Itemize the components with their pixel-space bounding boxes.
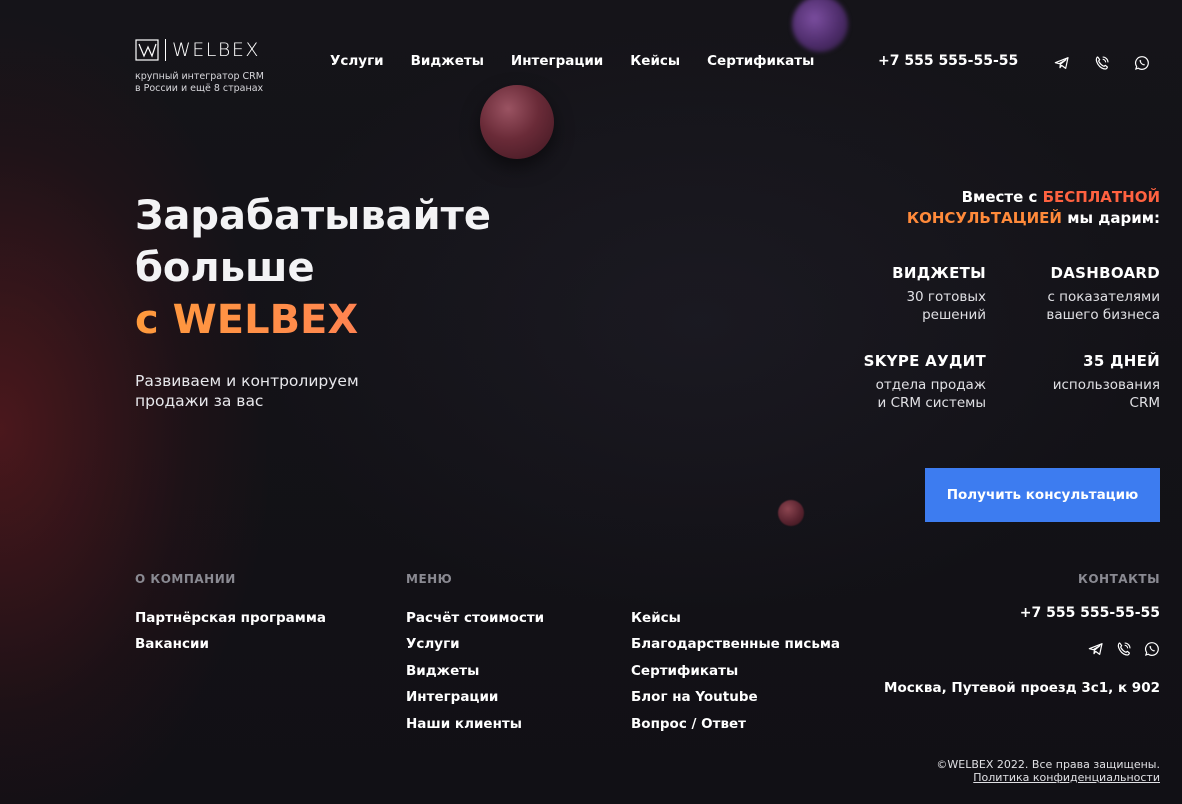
footer-link-faq[interactable]: Вопрос / Ответ [631, 711, 840, 737]
hero-title-accent: с WELBEX [135, 294, 491, 346]
footer-link-partner-program[interactable]: Партнёрская программа [135, 605, 326, 631]
footer-address: Москва, Путевой проезд 3с1, к 902 [884, 680, 1160, 696]
feature-title: SKYPE АУДИТ [863, 352, 986, 370]
logo-text: WELBEX [172, 39, 260, 61]
feature-skype-audit: SKYPE АУДИТ отдела продаж и CRM системы [786, 352, 986, 412]
main-nav: Услуги Виджеты Интеграции Кейсы Сертифик… [330, 53, 841, 69]
hero-subtitle: Развиваем и контролируем продажи за вас [135, 371, 435, 411]
footer-link-services[interactable]: Услуги [406, 631, 544, 657]
footer-company-links: Партнёрская программа Вакансии [135, 605, 326, 658]
viber-icon[interactable] [1116, 641, 1132, 657]
nav-item-certificates[interactable]: Сертификаты [707, 53, 814, 69]
feature-desc-line2: вашего бизнеса [1046, 307, 1160, 323]
header-phone-link[interactable]: +7 555 555-55-55 [878, 53, 1018, 69]
feature-desc-line1: отдела продаж [875, 377, 986, 393]
decorative-sphere-large [480, 85, 554, 159]
footer-menu-col2: Кейсы Благодарственные письма Сертификат… [631, 605, 840, 737]
nav-item-cases[interactable]: Кейсы [630, 53, 680, 69]
telegram-icon[interactable] [1054, 55, 1070, 71]
footer-heading-company: О КОМПАНИИ [135, 572, 236, 586]
hero-title-line1: Зарабатывайте [135, 193, 491, 239]
feature-widgets: ВИДЖЕТЫ 30 готовых решений [786, 264, 986, 324]
feature-desc: 30 готовых решений [786, 288, 986, 324]
feature-desc-line1: с показателями [1047, 289, 1160, 305]
hero-title-line2: больше [135, 245, 315, 291]
feature-title: 35 ДНЕЙ [1083, 352, 1160, 370]
header-social-links [1054, 55, 1150, 71]
footer-link-clients[interactable]: Наши клиенты [406, 711, 544, 737]
feature-dashboard: DASHBOARD с показателями вашего бизнеса [960, 264, 1160, 324]
footer-heading-menu: МЕНЮ [406, 572, 453, 586]
footer-link-cases[interactable]: Кейсы [631, 605, 840, 631]
feature-title: DASHBOARD [1050, 264, 1160, 282]
hero-title: Зарабатывайте больше с WELBEX [135, 190, 491, 346]
nav-item-widgets[interactable]: Виджеты [411, 53, 484, 69]
footer-link-youtube-blog[interactable]: Блог на Youtube [631, 684, 840, 710]
footer-link-vacancies[interactable]: Вакансии [135, 631, 326, 657]
whatsapp-icon[interactable] [1144, 641, 1160, 657]
nav-item-integrations[interactable]: Интеграции [511, 53, 603, 69]
offer-heading-part1: Вместе с [961, 188, 1043, 206]
hero-subtitle-line2: продажи за вас [135, 392, 264, 410]
offer-heading-consultation: КОНСУЛЬТАЦИЕЙ [906, 209, 1062, 227]
feature-desc: с показателями вашего бизнеса [960, 288, 1160, 324]
feature-35-days: 35 ДНЕЙ использования CRM [960, 352, 1160, 412]
decorative-sphere-small [778, 500, 804, 526]
footer-heading-contacts: КОНТАКТЫ [1078, 572, 1160, 586]
footer-phone-link[interactable]: +7 555 555-55-55 [1020, 605, 1160, 621]
feature-desc-line1: использования [1052, 377, 1160, 393]
footer-social-links [1088, 641, 1160, 657]
footer-link-integrations[interactable]: Интеграции [406, 684, 544, 710]
telegram-icon[interactable] [1088, 641, 1104, 657]
footer-link-thank-you-letters[interactable]: Благодарственные письма [631, 631, 840, 657]
offer-heading-part2: мы дарим: [1061, 209, 1160, 227]
feature-desc-line2: и CRM системы [877, 395, 986, 411]
offer-heading-free: БЕСПЛАТНОЙ [1042, 188, 1160, 206]
logo-mark-icon [135, 39, 159, 61]
offer-heading: Вместе с БЕСПЛАТНОЙ КОНСУЛЬТАЦИЕЙ мы дар… [840, 187, 1160, 229]
feature-desc: использования CRM [960, 376, 1160, 412]
feature-desc-line1: 30 готовых [906, 289, 986, 305]
footer-link-certificates[interactable]: Сертификаты [631, 658, 840, 684]
get-consultation-button[interactable]: Получить консультацию [925, 468, 1160, 522]
copyright-text: ©WELBEX 2022. Все права защищены. [936, 758, 1160, 771]
feature-title: ВИДЖЕТЫ [892, 264, 986, 282]
brand-tagline-line2: в России и ещё 8 странах [135, 83, 264, 94]
logo-separator [165, 39, 166, 61]
hero-subtitle-line1: Развиваем и контролируем [135, 372, 359, 390]
feature-desc-line2: решений [922, 307, 986, 323]
footer-link-widgets[interactable]: Виджеты [406, 658, 544, 684]
brand-tagline-line1: крупный интегратор CRM [135, 71, 264, 82]
viber-icon[interactable] [1094, 55, 1110, 71]
feature-desc-line2: CRM [1129, 395, 1160, 411]
whatsapp-icon[interactable] [1134, 55, 1150, 71]
logo[interactable]: WELBEX крупный интегратор CRM в России и… [135, 38, 264, 95]
nav-item-services[interactable]: Услуги [330, 53, 384, 69]
privacy-policy-link[interactable]: Политика конфиденциальности [973, 771, 1160, 784]
footer-menu-col1: Расчёт стоимости Услуги Виджеты Интеграц… [406, 605, 544, 737]
brand-tagline: крупный интегратор CRM в России и ещё 8 … [135, 71, 264, 95]
footer-link-cost-calc[interactable]: Расчёт стоимости [406, 605, 544, 631]
feature-desc: отдела продаж и CRM системы [786, 376, 986, 412]
